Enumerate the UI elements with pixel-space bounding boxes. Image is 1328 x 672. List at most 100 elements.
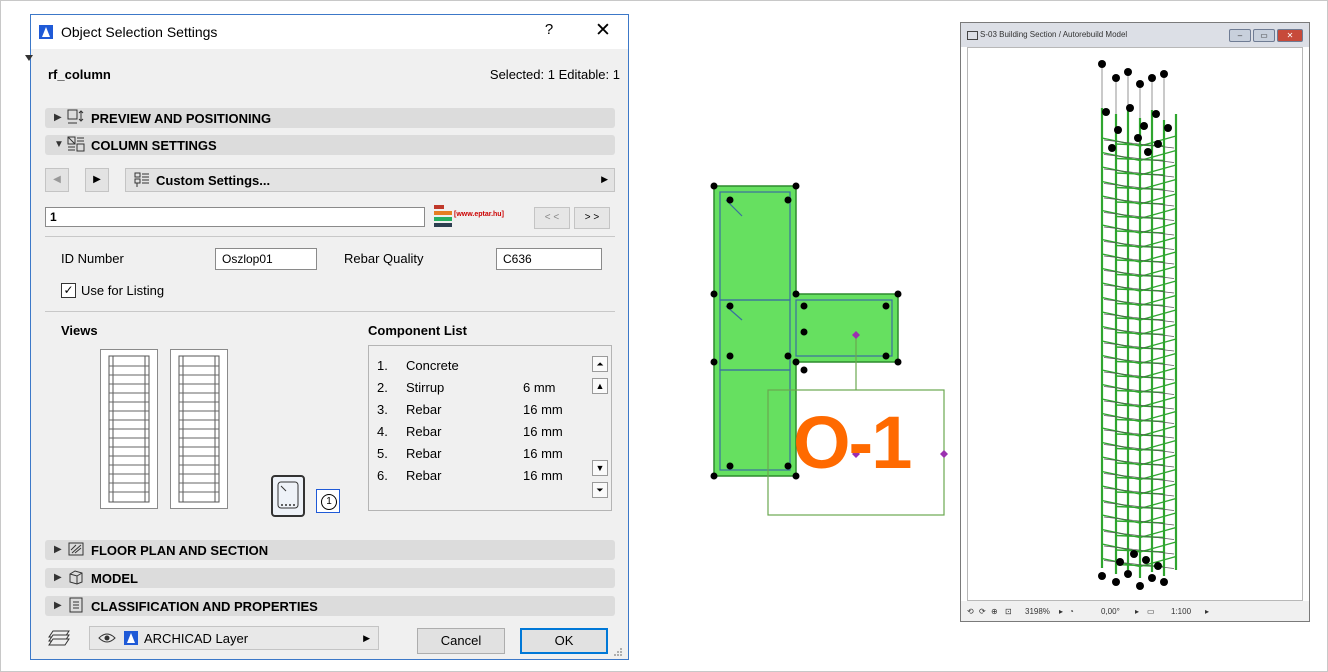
list-item[interactable]: 2. Stirrup 6 mm	[369, 378, 584, 398]
minimize-button[interactable]: –	[1229, 29, 1251, 42]
list-item[interactable]: 6. Rebar 16 mm	[369, 466, 584, 486]
panel-title: FLOOR PLAN AND SECTION	[91, 543, 269, 558]
scroll-up-button[interactable]: ▲	[592, 378, 608, 394]
next-preset-button[interactable]: ▶	[85, 168, 109, 192]
angle-arrow-icon[interactable]: ▸	[1135, 607, 1139, 616]
resize-grip-icon[interactable]	[613, 647, 623, 657]
item-name: Rebar	[406, 402, 442, 417]
object-name: rf_column	[48, 67, 111, 82]
window-icon	[967, 31, 978, 40]
panel-model[interactable]: ▶ MODEL	[45, 568, 615, 588]
id-number-label: ID Number	[61, 251, 124, 266]
page-prev-button[interactable]: < <	[534, 207, 570, 229]
model-status-bar: ⟲ ⟳ ⊕ ⊡ 3198% ▸ ◔ 0,00° ▸ ▭ 1:100 ▸	[961, 601, 1309, 621]
item-size: 6 mm	[523, 380, 556, 395]
expand-arrow-icon: ▶	[54, 600, 62, 611]
zoom-in-icon[interactable]: ⊕	[991, 607, 998, 616]
scale-icon[interactable]: ▭	[1147, 607, 1155, 616]
list-item[interactable]: 1. Concrete	[369, 356, 584, 376]
views-title: Views	[61, 323, 98, 338]
previous-preset-button[interactable]: ◀	[45, 168, 69, 192]
collapse-arrow-icon: ▼	[54, 139, 64, 150]
view-thumbnail-front[interactable]	[100, 349, 158, 509]
rebar-quality-field[interactable]: C636	[496, 248, 602, 270]
item-size: 16 mm	[523, 446, 563, 461]
collapse-triangle-icon[interactable]	[25, 55, 33, 61]
marker-number: 1	[321, 494, 337, 510]
zoom-level[interactable]: 3198%	[1025, 607, 1050, 616]
item-number: 2.	[377, 380, 388, 395]
scroll-bottom-button[interactable]: ⏷	[592, 482, 608, 498]
zoom-arrow-icon[interactable]: ▸	[1059, 607, 1063, 616]
divider	[45, 311, 615, 312]
column-settings-icon	[67, 136, 85, 152]
item-size: 16 mm	[523, 424, 563, 439]
cancel-button[interactable]: Cancel	[417, 628, 505, 654]
help-button[interactable]: ?	[539, 21, 559, 38]
item-number: 6.	[377, 468, 388, 483]
dialog-footer: ARCHICAD Layer ▶ Cancel OK	[45, 626, 615, 654]
list-item[interactable]: 4. Rebar 16 mm	[369, 422, 584, 442]
model-window-title-bar[interactable]: S-03 Building Section / Autorebuild Mode…	[961, 23, 1309, 47]
angle-icon[interactable]: ◔	[1069, 607, 1074, 616]
item-name: Rebar	[406, 424, 442, 439]
item-name: Stirrup	[406, 380, 445, 395]
dialog-title: Object Selection Settings	[61, 24, 218, 40]
eptar-link-text: [www.eptar.hu]	[454, 211, 504, 218]
logo-bar	[434, 223, 452, 227]
column-tag-label: O-1	[793, 401, 912, 484]
marker-number-box[interactable]: 1	[316, 489, 340, 513]
panel-classification-and-properties[interactable]: ▶ CLASSIFICATION AND PROPERTIES	[45, 596, 615, 616]
rebar-cage-3d-drawing	[1098, 60, 1178, 590]
cross-section-thumbnail[interactable]	[271, 475, 305, 517]
panel-preview-and-positioning[interactable]: ▶ PREVIEW AND POSITIONING	[45, 108, 615, 128]
scroll-top-button[interactable]: ⏶	[592, 356, 608, 372]
panel-floor-plan-and-section[interactable]: ▶ FLOOR PLAN AND SECTION	[45, 540, 615, 560]
panel-column-settings[interactable]: ▼ COLUMN SETTINGS	[45, 135, 615, 155]
scale-value[interactable]: 1:100	[1171, 607, 1191, 616]
id-number-field[interactable]: Oszlop01	[215, 248, 317, 270]
layer-dropdown[interactable]: ARCHICAD Layer ▶	[89, 626, 379, 650]
item-number: 4.	[377, 424, 388, 439]
list-item[interactable]: 5. Rebar 16 mm	[369, 444, 584, 464]
column-elevation-icon	[108, 355, 150, 503]
view-thumbnail-side[interactable]	[170, 349, 228, 509]
classification-icon	[69, 597, 83, 613]
3d-model-canvas[interactable]	[967, 47, 1303, 601]
logo-bar	[434, 211, 452, 215]
page-next-button[interactable]: > >	[574, 207, 610, 229]
component-list[interactable]: 1. Concrete 2. Stirrup 6 mm 3. Rebar 16 …	[368, 345, 612, 511]
window-close-button[interactable]: ✕	[1277, 29, 1303, 42]
eptar-logo[interactable]: [www.eptar.hu]	[429, 201, 504, 233]
list-item[interactable]: 3. Rebar 16 mm	[369, 400, 584, 420]
ok-button[interactable]: OK	[520, 628, 608, 654]
floor-plan-icon	[68, 542, 84, 556]
rotate-icon[interactable]: ⟲	[967, 607, 974, 616]
close-button[interactable]: ✕	[591, 19, 615, 42]
component-list-title: Component List	[368, 323, 467, 338]
redo-icon[interactable]: ⟳	[979, 607, 986, 616]
dropdown-arrow-icon: ▶	[601, 174, 608, 184]
expand-arrow-icon: ▶	[54, 112, 62, 123]
preview-icon	[67, 109, 84, 124]
item-name: Rebar	[406, 468, 442, 483]
model-cube-icon	[69, 570, 83, 585]
maximize-button[interactable]: ▭	[1253, 29, 1275, 42]
panel-title: CLASSIFICATION AND PROPERTIES	[91, 599, 318, 614]
selection-info: Selected: 1 Editable: 1	[489, 67, 620, 82]
use-for-listing-checkbox[interactable]: ✓	[61, 283, 76, 298]
angle-value[interactable]: 0,00°	[1101, 607, 1120, 616]
preset-dropdown[interactable]: Custom Settings... ▶	[125, 168, 615, 192]
layers-icon[interactable]	[47, 628, 71, 648]
scroll-down-button[interactable]: ▼	[592, 460, 608, 476]
layer-name: ARCHICAD Layer	[144, 631, 249, 646]
panel-title: COLUMN SETTINGS	[91, 138, 217, 153]
zoom-fit-icon[interactable]: ⊡	[1005, 607, 1012, 616]
dialog-title-bar[interactable]: Object Selection Settings ? ✕	[31, 15, 628, 49]
parameter-input[interactable]: 1	[45, 207, 425, 227]
item-size: 16 mm	[523, 402, 563, 417]
dropdown-arrow-icon: ▶	[363, 633, 370, 643]
object-selection-dialog: Object Selection Settings ? ✕ rf_column …	[25, 14, 629, 660]
expand-arrow-icon: ▶	[54, 572, 62, 583]
scale-arrow-icon[interactable]: ▸	[1205, 607, 1209, 616]
